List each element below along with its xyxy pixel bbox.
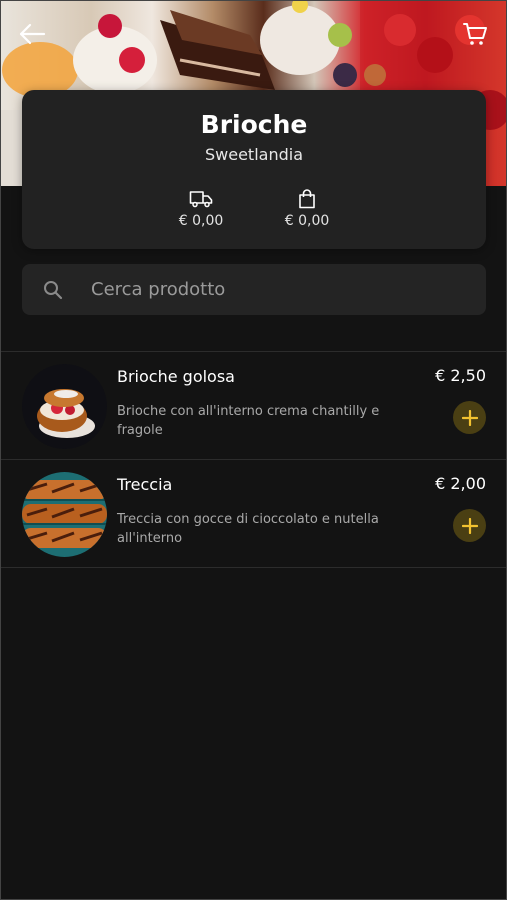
product-description: Treccia con gocce di cioccolato e nutell… [117,512,379,546]
add-to-cart-button[interactable] [453,401,486,434]
product-price: € 2,00 [435,474,486,493]
plus-icon [461,517,478,534]
delivery-fee: € 0,00 [156,188,246,229]
product-row[interactable]: Treccia Treccia con gocce di cioccolato … [0,460,507,568]
product-name: Treccia [117,475,173,494]
product-list: Brioche golosa Brioche con all'interno c… [0,351,507,568]
store-subtitle: Sweetlandia [205,145,303,164]
cart-button[interactable] [459,18,491,50]
delivery-truck-icon [189,191,213,208]
arrow-left-icon [19,23,46,45]
product-name: Brioche golosa [117,367,235,386]
add-to-cart-button[interactable] [453,509,486,542]
plus-icon [461,409,478,426]
store-name: Brioche [200,110,308,139]
bag-fee: € 0,00 [262,188,352,229]
product-price: € 2,50 [435,366,486,385]
bag-fee-value: € 0,00 [284,213,330,229]
search-input[interactable] [89,278,453,301]
search-icon [42,278,66,302]
store-info-card: Brioche Sweetlandia € 0,00 € 0,00 [22,90,486,249]
back-button[interactable] [16,18,48,50]
shopping-bag-icon [299,189,315,209]
shopping-cart-icon [463,23,487,45]
product-row[interactable]: Brioche golosa Brioche con all'interno c… [0,352,507,460]
delivery-fee-value: € 0,00 [178,213,224,229]
product-image [22,472,107,557]
search-bar [22,264,486,315]
product-description: Brioche con all'interno crema chantilly … [117,404,380,438]
product-image [22,364,107,449]
